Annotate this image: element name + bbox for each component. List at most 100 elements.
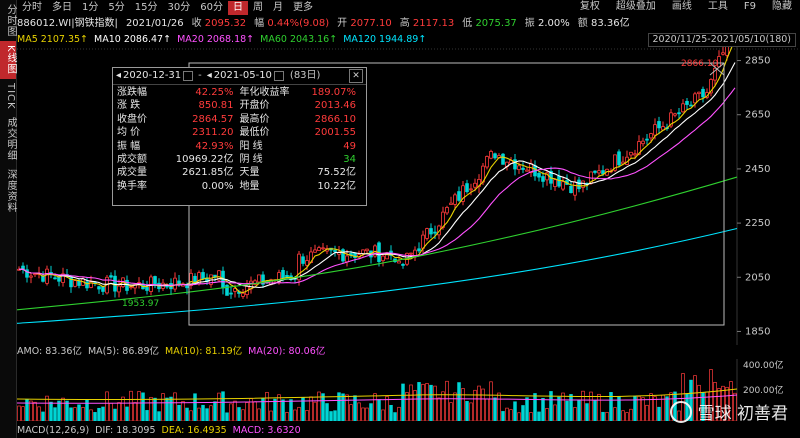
stat-label: 成交量	[117, 167, 147, 179]
volume-bar	[137, 391, 141, 421]
sidebar-item-3[interactable]: 成交明细	[0, 113, 16, 165]
volume-bar	[537, 411, 541, 421]
volume-bar	[117, 402, 121, 421]
candle-body	[313, 249, 317, 253]
candle-body	[429, 228, 433, 235]
amo-legend: AMO: 83.36亿 MA(5): 86.89亿 MA(10): 81.19亿 MA…	[17, 346, 325, 358]
macd-legend-item: MACD: 3.6320	[232, 425, 301, 436]
amp-value: 2.00%	[537, 18, 570, 29]
start-date-field[interactable]: 2020-12-31	[123, 68, 181, 84]
sidebar-item-1[interactable]: K线图	[0, 41, 16, 79]
volume-bar	[205, 408, 209, 421]
volume-bar	[505, 407, 509, 421]
volume-bar	[665, 396, 669, 421]
period-tab-9[interactable]: 月	[268, 1, 288, 15]
volume-bar	[317, 391, 321, 421]
candle-body	[241, 292, 245, 297]
candle-body	[145, 286, 149, 291]
amo-legend-item: MA(20): 80.06亿	[248, 346, 326, 357]
volume-bar	[257, 408, 261, 421]
toolbar-button-0[interactable]: 复权	[572, 0, 608, 14]
volume-bar	[33, 401, 37, 421]
volume-bar	[525, 397, 529, 421]
candle-body	[53, 277, 57, 280]
volume-bar	[513, 401, 517, 421]
candle-body	[581, 180, 585, 188]
period-tab-4[interactable]: 15分	[130, 1, 163, 15]
candle-body	[173, 277, 177, 290]
volume-bar	[97, 407, 101, 421]
close-value: 2095.32	[204, 18, 247, 29]
volume-bar	[573, 407, 577, 421]
stat-value: 34	[343, 153, 356, 165]
period-tab-8[interactable]: 周	[248, 1, 268, 15]
toolbar-button-4[interactable]: F9	[736, 0, 764, 14]
volume-bar	[237, 407, 241, 421]
candle-body	[433, 231, 437, 234]
toolbar-button-3[interactable]: 工具	[700, 0, 736, 14]
candle-body	[689, 104, 693, 107]
volume-bar	[213, 401, 217, 421]
prev-icon[interactable]: ◂	[116, 68, 121, 84]
sidebar-item-0[interactable]: 分时图	[0, 0, 16, 41]
volume-bar	[329, 411, 333, 421]
toolbar-button-2[interactable]: 画线	[664, 0, 700, 14]
calendar-icon[interactable]	[183, 71, 194, 81]
sidebar-item-2[interactable]: TICK	[0, 79, 16, 114]
period-tab-3[interactable]: 5分	[103, 1, 129, 15]
ma-legend-item: MA10 2086.47↑	[94, 34, 172, 45]
close-icon[interactable]: ✕	[349, 69, 363, 83]
date-range-label[interactable]: 2020/11/25-2021/05/10(180)	[647, 33, 796, 47]
volume-bar	[477, 385, 481, 421]
popup-stats-grid: 涨跌幅 42.25% 年化收益率 189.07% 涨 跌 850.81 开盘价 2013.46…	[113, 85, 366, 193]
stat-label: 开盘价	[239, 100, 270, 112]
toolbar-button-5[interactable]: 隐藏	[764, 0, 800, 14]
candle-body	[725, 47, 729, 56]
sidebar-item-4[interactable]: 深度资料	[0, 165, 16, 217]
stat-value: 2864.57	[192, 113, 234, 125]
volume-bar	[597, 393, 601, 421]
high-label: 高	[399, 18, 410, 29]
candle-body	[21, 265, 25, 270]
quote-info-bar: 886012.WI|钢铁指数| 2021/01/26 收 2095.32 幅 0…	[17, 17, 630, 31]
toolbar-button-1[interactable]: 超级叠加	[608, 0, 664, 14]
candle-body	[33, 273, 37, 276]
volume-bar	[469, 402, 473, 421]
period-tab-6[interactable]: 60分	[195, 1, 228, 15]
period-tab-10[interactable]: 更多	[288, 1, 318, 15]
stat-row: 阳 线 49	[240, 140, 363, 153]
candle-body	[617, 151, 621, 166]
volume-bar	[653, 396, 657, 421]
volume-bar	[429, 384, 433, 421]
stat-label: 阴 线	[239, 153, 263, 165]
change-value: 0.44%(9.08)	[267, 18, 330, 29]
volume-bar	[181, 401, 185, 421]
volume-bar	[341, 393, 345, 421]
y-tick-label: 2450	[745, 164, 770, 175]
candle-body	[257, 274, 261, 283]
candle-body	[97, 286, 101, 290]
prev-end-icon[interactable]: ◂	[207, 68, 212, 84]
candle-body	[553, 179, 557, 187]
volume-bar	[377, 399, 381, 421]
period-tab-7[interactable]: 日	[227, 1, 248, 15]
stat-row: 阴 线 34	[240, 153, 363, 166]
volume-bar	[569, 394, 573, 421]
period-tab-0[interactable]: 分时	[17, 1, 47, 15]
volume-bar	[173, 392, 177, 421]
period-tab-1[interactable]: 多日	[47, 1, 77, 15]
volume-bar	[201, 404, 205, 421]
volume-bar	[241, 409, 245, 421]
code-name: 886012.WI|钢铁指数|	[17, 18, 118, 29]
volume-bar	[577, 399, 581, 421]
candle-body	[57, 276, 61, 282]
end-date-field[interactable]: 2021-05-10	[214, 68, 272, 84]
candle-body	[629, 151, 633, 156]
volume-bar	[69, 407, 73, 421]
period-tab-5[interactable]: 30分	[162, 1, 195, 15]
period-tab-2[interactable]: 1分	[77, 1, 103, 15]
volume-bar	[421, 383, 425, 421]
stat-label: 换手率	[117, 180, 147, 192]
calendar-icon-end[interactable]	[273, 71, 284, 81]
volume-bar	[209, 405, 213, 421]
